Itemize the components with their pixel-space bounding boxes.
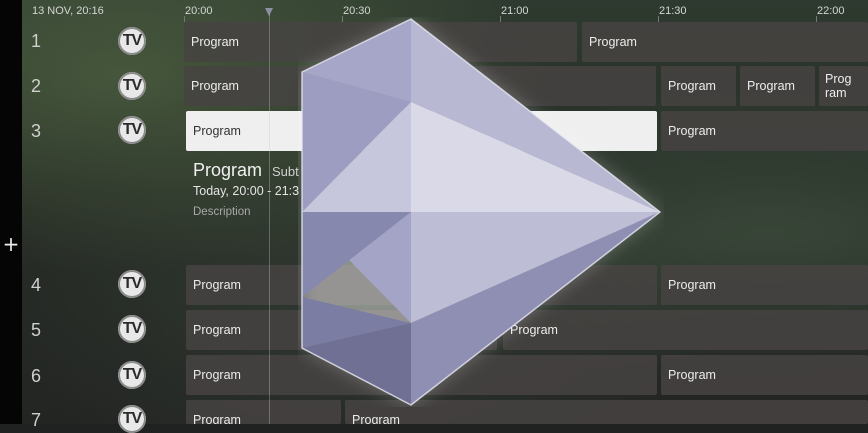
channel-number: 4 — [31, 275, 42, 295]
tv-logo-icon: TV — [122, 32, 142, 49]
channel-logo[interactable]: TV — [118, 270, 146, 298]
left-sidebar — [0, 0, 22, 424]
detail-description: Description — [193, 206, 251, 218]
now-line — [269, 14, 270, 424]
program-cell[interactable]: Program — [661, 66, 736, 106]
channel-logo[interactable]: TV — [118, 315, 146, 343]
detail-subtitle: Subt — [272, 164, 299, 179]
detail-title: Program — [193, 160, 263, 180]
program-cell[interactable]: Program — [661, 111, 868, 151]
program-cell[interactable]: Program — [661, 355, 868, 395]
program-cell[interactable]: Program — [661, 265, 868, 305]
program-cell[interactable]: Prog ram — [819, 66, 868, 106]
channel-number: 7 — [31, 410, 42, 430]
tv-logo-icon: TV — [122, 410, 142, 427]
time-label-2030: 20:30 — [343, 5, 371, 17]
time-label-2100: 21:00 — [501, 5, 529, 17]
channel-number: 1 — [31, 31, 42, 51]
current-date: 13 NOV, 20:16 — [32, 5, 104, 17]
channel-number: 5 — [31, 320, 42, 340]
channel-number: 3 — [31, 121, 42, 141]
channel-logo[interactable]: TV — [118, 405, 146, 433]
channel-logo[interactable]: TV — [118, 72, 146, 100]
channel-logo[interactable]: TV — [118, 27, 146, 55]
add-icon[interactable]: + — [2, 232, 20, 256]
tv-logo-icon: TV — [122, 366, 142, 383]
channel-number: 2 — [31, 76, 42, 96]
tv-logo-icon: TV — [122, 275, 142, 292]
time-label-2000: 20:00 — [185, 5, 213, 17]
program-cell[interactable]: Program — [740, 66, 815, 106]
time-label-2130: 21:30 — [659, 5, 687, 17]
channel-logo[interactable]: TV — [118, 116, 146, 144]
channel-logo[interactable]: TV — [118, 361, 146, 389]
channel-number: 6 — [31, 366, 42, 386]
tv-logo-icon: TV — [122, 121, 142, 138]
time-label-2200: 22:00 — [817, 5, 845, 17]
tv-logo-icon: TV — [122, 77, 142, 94]
detail-time: Today, 20:00 - 21:3 — [193, 184, 300, 198]
tv-logo-icon: TV — [122, 320, 142, 337]
crystal-play-icon — [301, 18, 662, 406]
